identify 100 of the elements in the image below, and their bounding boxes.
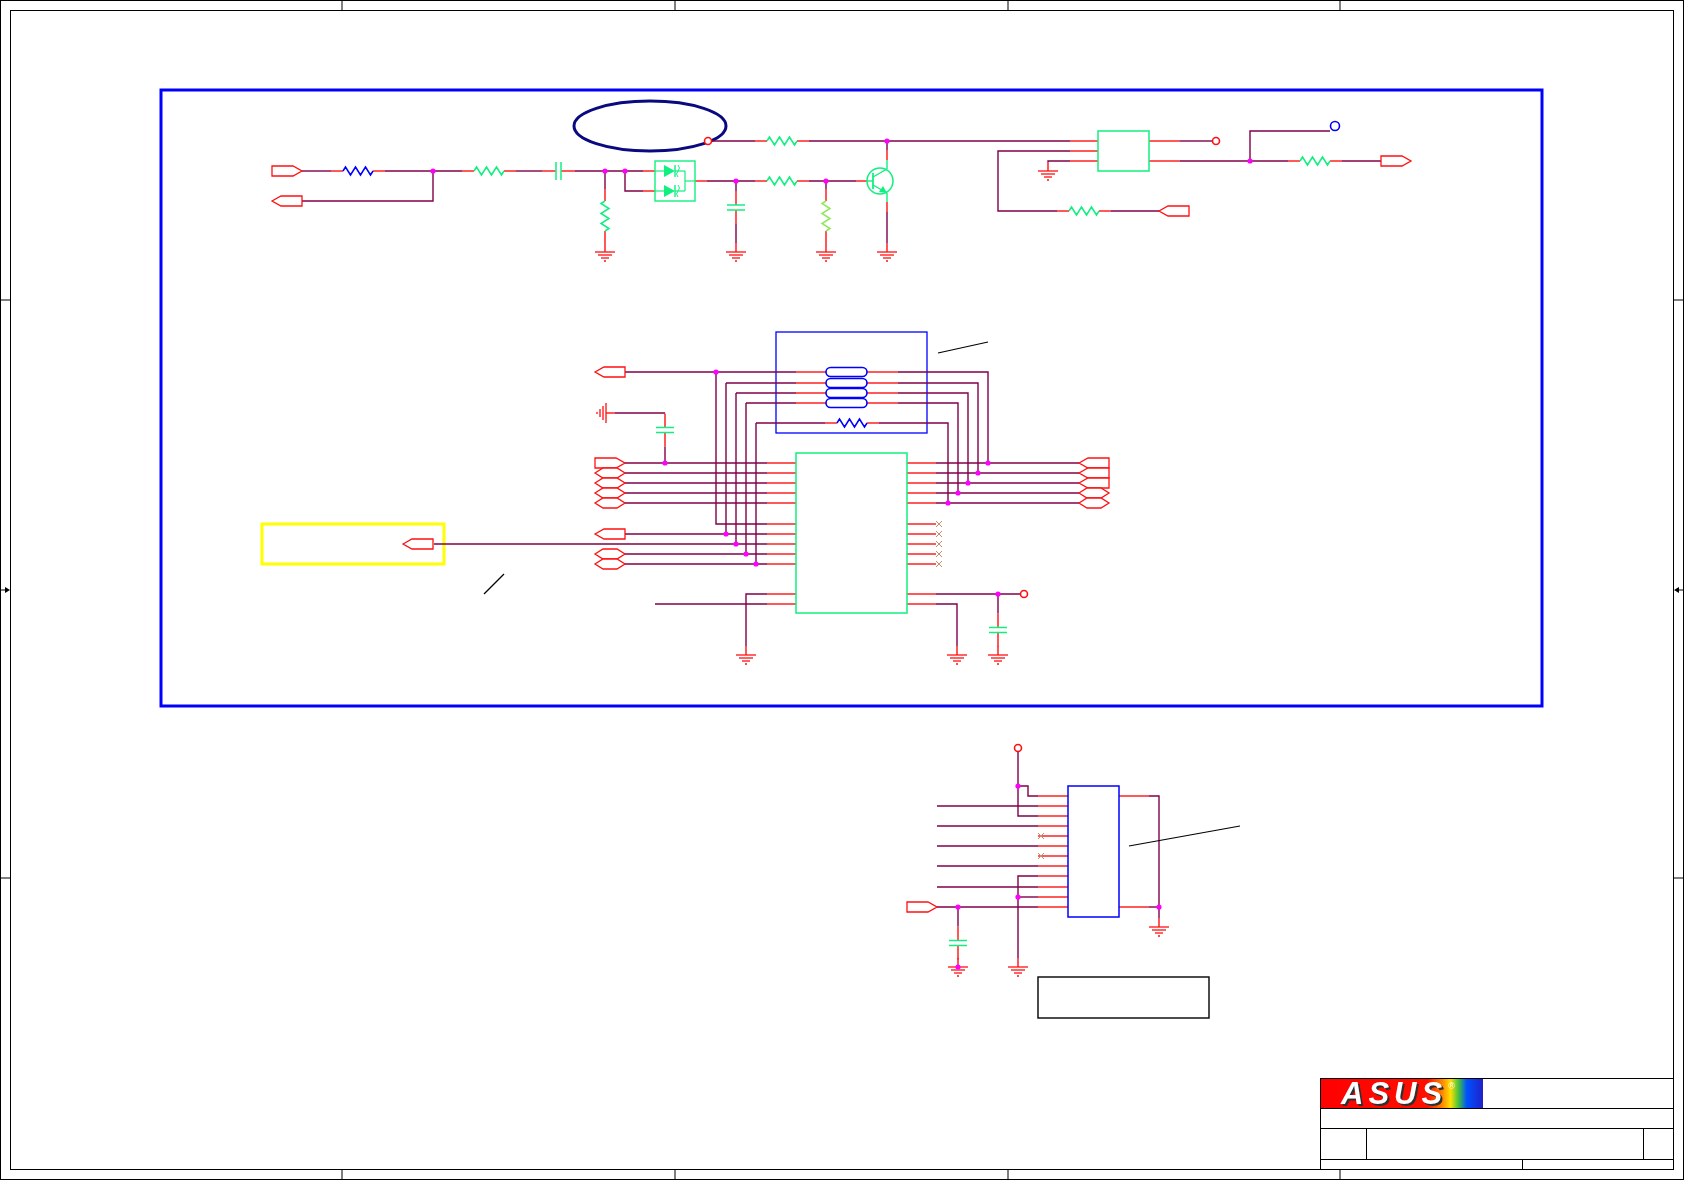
junction-dot-icon — [1156, 904, 1162, 910]
coil-icon — [795, 366, 899, 378]
junction-dot-icon — [1015, 783, 1021, 789]
leader-line — [937, 341, 989, 354]
coil-icon — [795, 377, 899, 389]
no-connect-icon — [935, 560, 943, 568]
ground-icon — [1007, 957, 1029, 977]
port-connector-icon — [1077, 497, 1111, 509]
junction-dot-icon — [733, 541, 739, 547]
resistor-icon — [824, 417, 880, 429]
port-connector-icon — [594, 457, 627, 469]
ground-icon — [735, 645, 757, 665]
junction-dot-icon — [662, 460, 668, 466]
junction-dot-icon — [955, 490, 961, 496]
wire — [735, 223, 737, 244]
coil-icon — [795, 397, 899, 409]
no-connect-icon — [1037, 852, 1045, 860]
terminal-icon — [703, 136, 713, 146]
port-connector-icon — [593, 477, 627, 489]
ground-icon — [725, 242, 747, 262]
port-connector-icon — [1077, 487, 1111, 499]
port-connector-icon — [593, 497, 627, 509]
no-connect-icon — [935, 520, 943, 528]
capacitor-icon — [726, 190, 746, 225]
port-connector-icon — [1077, 477, 1110, 489]
resistor-icon — [820, 188, 832, 244]
capacitor-icon — [655, 412, 675, 448]
junction-dot-icon — [743, 551, 749, 557]
transistor-icon — [855, 149, 894, 213]
resistor-icon — [1287, 155, 1343, 167]
junction-dot-icon — [602, 168, 608, 174]
ground-icon — [946, 645, 968, 665]
logo-text: ASUS — [1341, 1079, 1448, 1108]
junction-dot-icon — [995, 591, 1001, 597]
ground-icon — [596, 402, 616, 424]
port-connector-icon — [270, 195, 303, 207]
no-connect-icon — [1037, 832, 1045, 840]
no-connect-icon — [935, 540, 943, 548]
junction-dot-icon — [733, 178, 739, 184]
port-connector-icon — [906, 901, 939, 913]
wire — [614, 412, 666, 414]
port-connector-icon — [593, 528, 626, 540]
ground-icon — [1148, 917, 1170, 937]
terminal-icon — [1211, 136, 1221, 146]
ground-icon — [987, 645, 1009, 665]
port-connector-icon — [401, 538, 434, 550]
port-connector-icon — [593, 548, 627, 560]
no-connect-icon — [935, 530, 943, 538]
leader-line — [483, 573, 505, 595]
junction-dot-icon — [945, 500, 951, 506]
port-connector-icon — [1077, 457, 1110, 469]
junction-dot-icon — [430, 168, 436, 174]
coil-icon — [795, 387, 899, 399]
junction-dot-icon — [955, 904, 961, 910]
resistor-icon — [1056, 205, 1112, 217]
port-connector-icon — [1077, 467, 1110, 479]
resistor-icon — [330, 165, 386, 177]
junction-dot-icon — [1015, 894, 1021, 900]
port-connector-icon — [1157, 205, 1190, 217]
junction-dot-icon — [713, 369, 719, 375]
junction-dot-icon — [965, 480, 971, 486]
terminal-icon — [1329, 120, 1341, 132]
wire — [886, 211, 888, 244]
capacitor-icon — [988, 612, 1008, 648]
junction-dot-icon — [723, 531, 729, 537]
capacitor-icon — [948, 925, 968, 961]
ground-icon — [815, 242, 837, 262]
ground-icon — [594, 242, 616, 262]
port-connector-icon — [271, 165, 304, 177]
diode-pair-icon — [642, 160, 708, 202]
terminal-icon — [1019, 589, 1029, 599]
junction-dot-icon — [622, 168, 628, 174]
wire — [1179, 140, 1213, 142]
resistor-icon — [754, 135, 810, 147]
wire — [1341, 160, 1382, 162]
ground-icon — [876, 242, 898, 262]
terminal-icon — [1013, 743, 1023, 753]
port-connector-icon — [593, 558, 627, 570]
resistor-icon — [461, 165, 517, 177]
capacitor-icon — [541, 161, 576, 181]
junction-dot-icon — [753, 561, 759, 567]
junction-dot-icon — [1247, 158, 1253, 164]
registered-mark: ® — [1448, 1081, 1455, 1091]
junction-dot-icon — [884, 138, 890, 144]
junction-dot-icon — [955, 964, 961, 970]
port-connector-icon — [1380, 155, 1413, 167]
no-connect-icon — [935, 550, 943, 558]
resistor-icon — [754, 175, 810, 187]
junction-dot-icon — [985, 460, 991, 466]
resistor-icon — [599, 188, 611, 244]
wire — [935, 603, 958, 647]
ground-icon — [1037, 161, 1059, 181]
port-connector-icon — [593, 487, 627, 499]
port-connector-icon — [593, 467, 627, 479]
wire — [1110, 210, 1160, 212]
junction-dot-icon — [975, 470, 981, 476]
wire — [711, 140, 756, 142]
ground-icon — [947, 957, 969, 977]
junction-dot-icon — [823, 178, 829, 184]
port-connector-icon — [593, 366, 626, 378]
